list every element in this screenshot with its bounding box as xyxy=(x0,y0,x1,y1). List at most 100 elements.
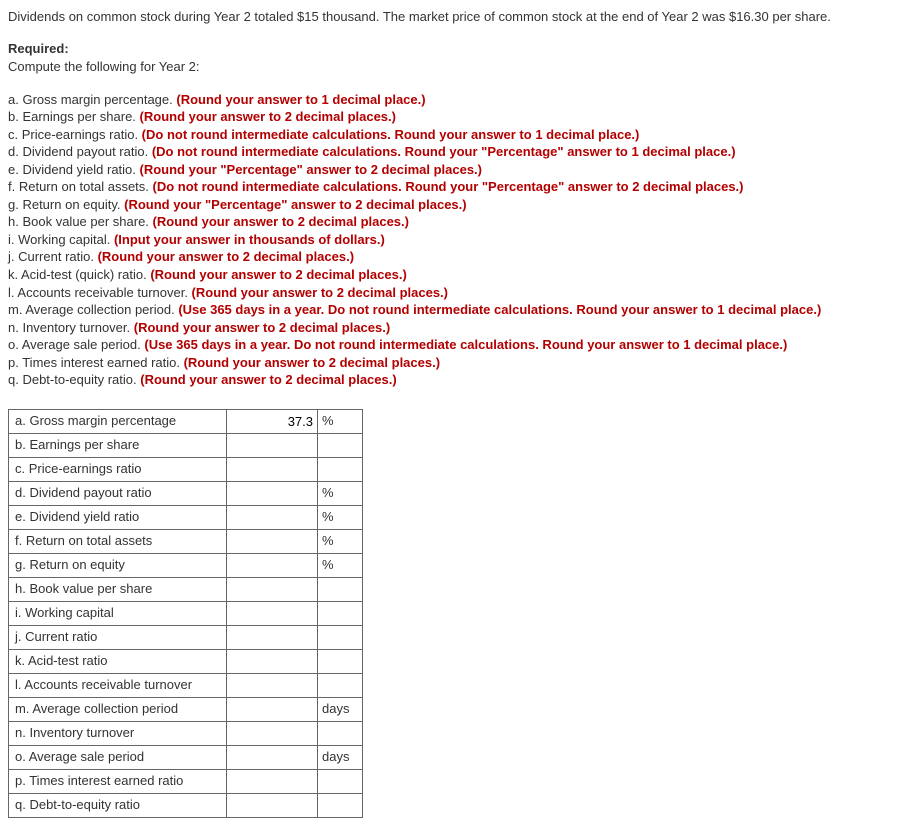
question-item-text: f. Return on total assets. xyxy=(8,179,153,194)
table-row: b. Earnings per share xyxy=(9,433,363,457)
table-row: i. Working capital xyxy=(9,601,363,625)
row-label: q. Debt-to-equity ratio xyxy=(9,793,227,817)
question-item-hint: (Round your answer to 2 decimal places.) xyxy=(192,285,448,300)
answer-input[interactable] xyxy=(227,674,317,697)
row-label: f. Return on total assets xyxy=(9,529,227,553)
table-row: l. Accounts receivable turnover xyxy=(9,673,363,697)
intro-paragraph: Dividends on common stock during Year 2 … xyxy=(8,8,901,26)
row-label: j. Current ratio xyxy=(9,625,227,649)
answer-input[interactable] xyxy=(227,578,317,601)
row-unit xyxy=(318,625,363,649)
row-label: m. Average collection period xyxy=(9,697,227,721)
answer-input[interactable] xyxy=(227,794,317,817)
row-label: c. Price-earnings ratio xyxy=(9,457,227,481)
row-unit xyxy=(318,601,363,625)
table-row: q. Debt-to-equity ratio xyxy=(9,793,363,817)
question-item-text: c. Price-earnings ratio. xyxy=(8,127,142,142)
question-item: o. Average sale period. (Use 365 days in… xyxy=(8,336,901,354)
row-unit xyxy=(318,793,363,817)
table-row: k. Acid-test ratio xyxy=(9,649,363,673)
row-unit: % xyxy=(318,529,363,553)
row-input-cell xyxy=(227,625,318,649)
row-label: a. Gross margin percentage xyxy=(9,409,227,433)
question-item-text: i. Working capital. xyxy=(8,232,114,247)
answer-input[interactable] xyxy=(227,770,317,793)
row-unit xyxy=(318,721,363,745)
row-unit: % xyxy=(318,505,363,529)
row-unit: % xyxy=(318,553,363,577)
row-label: e. Dividend yield ratio xyxy=(9,505,227,529)
table-row: o. Average sale perioddays xyxy=(9,745,363,769)
row-label: l. Accounts receivable turnover xyxy=(9,673,227,697)
question-item-hint: (Round your answer to 2 decimal places.) xyxy=(134,320,390,335)
answer-input[interactable] xyxy=(227,746,317,769)
answer-input[interactable] xyxy=(227,410,317,433)
row-label: b. Earnings per share xyxy=(9,433,227,457)
answer-input[interactable] xyxy=(227,602,317,625)
table-row: f. Return on total assets% xyxy=(9,529,363,553)
question-item: c. Price-earnings ratio. (Do not round i… xyxy=(8,126,901,144)
answer-input[interactable] xyxy=(227,482,317,505)
question-item: a. Gross margin percentage. (Round your … xyxy=(8,91,901,109)
row-input-cell xyxy=(227,481,318,505)
row-unit: % xyxy=(318,481,363,505)
row-label: g. Return on equity xyxy=(9,553,227,577)
row-unit xyxy=(318,577,363,601)
row-label: h. Book value per share xyxy=(9,577,227,601)
row-unit: days xyxy=(318,697,363,721)
question-item-hint: (Do not round intermediate calculations.… xyxy=(153,179,744,194)
question-item: p. Times interest earned ratio. (Round y… xyxy=(8,354,901,372)
question-item-text: j. Current ratio. xyxy=(8,249,98,264)
question-item-text: h. Book value per share. xyxy=(8,214,153,229)
row-unit xyxy=(318,433,363,457)
table-row: g. Return on equity% xyxy=(9,553,363,577)
row-input-cell xyxy=(227,601,318,625)
question-item: g. Return on equity. (Round your "Percen… xyxy=(8,196,901,214)
answer-input[interactable] xyxy=(227,554,317,577)
row-input-cell xyxy=(227,793,318,817)
answer-input[interactable] xyxy=(227,506,317,529)
answer-table: a. Gross margin percentage% b. Earnings p… xyxy=(8,409,363,818)
question-item: h. Book value per share. (Round your ans… xyxy=(8,213,901,231)
row-input-cell xyxy=(227,673,318,697)
row-unit xyxy=(318,457,363,481)
row-input-cell xyxy=(227,529,318,553)
question-item: d. Dividend payout ratio. (Do not round … xyxy=(8,143,901,161)
answer-input[interactable] xyxy=(227,722,317,745)
answer-input[interactable] xyxy=(227,434,317,457)
question-item: m. Average collection period. (Use 365 d… xyxy=(8,301,901,319)
question-item: l. Accounts receivable turnover. (Round … xyxy=(8,284,901,302)
question-item-text: p. Times interest earned ratio. xyxy=(8,355,184,370)
answer-input[interactable] xyxy=(227,626,317,649)
question-item-text: e. Dividend yield ratio. xyxy=(8,162,140,177)
question-item-hint: (Round your answer to 1 decimal place.) xyxy=(176,92,425,107)
compute-instruction: Compute the following for Year 2: xyxy=(8,58,901,76)
question-item-hint: (Do not round intermediate calculations.… xyxy=(142,127,640,142)
question-item-hint: (Round your "Percentage" answer to 2 dec… xyxy=(140,162,482,177)
question-item-text: b. Earnings per share. xyxy=(8,109,140,124)
row-input-cell xyxy=(227,649,318,673)
row-label: d. Dividend payout ratio xyxy=(9,481,227,505)
row-unit: % xyxy=(318,409,363,433)
question-item-hint: (Round your answer to 2 decimal places.) xyxy=(140,109,396,124)
question-item-hint: (Round your answer to 2 decimal places.) xyxy=(153,214,409,229)
table-row: h. Book value per share xyxy=(9,577,363,601)
answer-input[interactable] xyxy=(227,530,317,553)
table-row: d. Dividend payout ratio% xyxy=(9,481,363,505)
question-item-hint: (Use 365 days in a year. Do not round in… xyxy=(178,302,821,317)
row-label: n. Inventory turnover xyxy=(9,721,227,745)
question-item-hint: (Round your "Percentage" answer to 2 dec… xyxy=(124,197,466,212)
question-item-hint: (Input your answer in thousands of dolla… xyxy=(114,232,385,247)
answer-input[interactable] xyxy=(227,458,317,481)
required-heading: Required: xyxy=(8,40,901,58)
question-item-hint: (Round your answer to 2 decimal places.) xyxy=(98,249,354,264)
question-item: n. Inventory turnover. (Round your answe… xyxy=(8,319,901,337)
row-label: i. Working capital xyxy=(9,601,227,625)
row-input-cell xyxy=(227,697,318,721)
answer-input[interactable] xyxy=(227,650,317,673)
table-row: j. Current ratio xyxy=(9,625,363,649)
answer-input[interactable] xyxy=(227,698,317,721)
question-item-text: g. Return on equity. xyxy=(8,197,124,212)
question-item-hint: (Use 365 days in a year. Do not round in… xyxy=(144,337,787,352)
question-item-hint: (Round your answer to 2 decimal places.) xyxy=(140,372,396,387)
